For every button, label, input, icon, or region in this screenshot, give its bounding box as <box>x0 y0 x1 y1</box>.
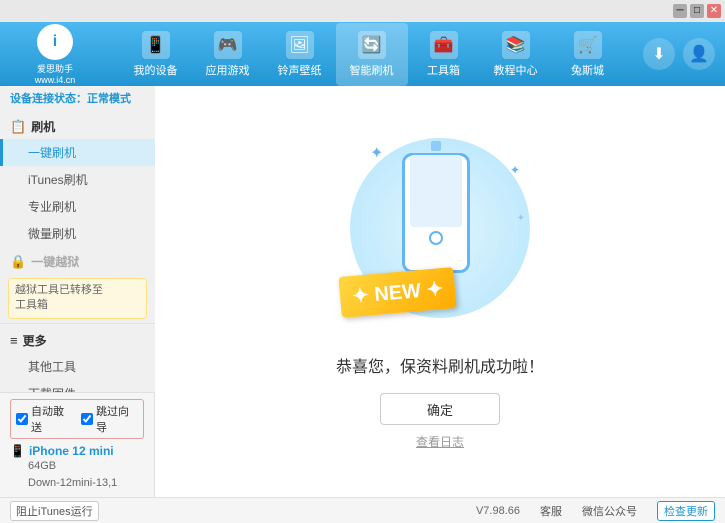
connection-status: 设备连接状态：正常模式 <box>0 86 155 114</box>
maximize-btn[interactable]: □ <box>690 4 704 18</box>
sidebar-item-pro-flash[interactable]: 专业刷机 <box>0 193 155 220</box>
bottom-bar: 阻止iTunes运行 V7.98.66 客服 微信公众号 检查更新 <box>0 497 725 523</box>
bottom-bar-right: V7.98.66 客服 微信公众号 检查更新 <box>165 501 715 521</box>
diary-link[interactable]: 查看日志 <box>416 433 464 450</box>
device-phone-icon: 📱 <box>10 444 25 458</box>
lock-icon: 🔒 <box>10 254 26 270</box>
section-more-header: ≡ 更多 <box>0 328 155 353</box>
sidebar-item-one-click-flash[interactable]: 一键刷机 <box>0 139 155 166</box>
jailbreak-info-box: 越狱工具已转移至工具箱 <box>8 278 147 319</box>
checkbox-area: 自动敢送 跳过向导 <box>10 399 144 439</box>
version-label: V7.98.66 <box>476 505 520 517</box>
section-flash-header: 📋 刷机 <box>0 114 155 139</box>
stop-itunes-btn[interactable]: 阻止iTunes运行 <box>10 501 99 521</box>
nav-right: ⬇ 👤 <box>643 38 715 70</box>
sidebar-wrapper: 设备连接状态：正常模式 📋 刷机 一键刷机 iTunes刷机 专业刷机 微量刷机… <box>0 86 155 497</box>
logo: i 爱思助手 www.i4.cn <box>10 24 100 85</box>
skip-wizard-label: 跳过向导 <box>96 403 138 435</box>
auto-dismiss-checkbox-item[interactable]: 自动敢送 <box>16 403 73 435</box>
auto-dismiss-label: 自动敢送 <box>31 403 73 435</box>
sidebar-item-micro-flash[interactable]: 微量刷机 <box>0 220 155 247</box>
phone-camera <box>431 141 441 151</box>
sidebar-item-other-tools[interactable]: 其他工具 <box>0 353 155 380</box>
star-icon-2: ✦ <box>510 163 520 177</box>
connection-value: 正常模式 <box>87 93 131 105</box>
skip-wizard-checkbox[interactable] <box>81 413 93 425</box>
logo-icon: i <box>37 24 73 60</box>
nav-items: 📱 我的设备 🎮 应用游戏 🖼 铃声壁纸 🔄 智能刷机 🧰 工具箱 📚 教程中心… <box>100 23 643 86</box>
logo-url: www.i4.cn <box>35 75 76 85</box>
nav-tutorial[interactable]: 📚 教程中心 <box>480 23 552 86</box>
divider-1 <box>0 323 155 324</box>
nav-toolbox-label: 工具箱 <box>427 62 460 78</box>
star-icon-1: ✦ <box>370 143 383 163</box>
flash-section-icon: 📋 <box>10 119 26 135</box>
nav-tusi-mall-label: 兔斯城 <box>571 62 604 78</box>
apps-games-icon: 🎮 <box>214 31 242 59</box>
phone-home-btn <box>429 231 443 245</box>
section-more-label: 更多 <box>23 332 47 349</box>
success-message: 恭喜您，保资料刷机成功啦！ <box>336 353 544 377</box>
skip-wizard-checkbox-item[interactable]: 跳过向导 <box>81 403 138 435</box>
top-nav: i 爱思助手 www.i4.cn 📱 我的设备 🎮 应用游戏 🖼 铃声壁纸 🔄 … <box>0 22 725 86</box>
tusi-mall-icon: 🛒 <box>574 31 602 59</box>
customer-service-link[interactable]: 客服 <box>540 503 562 519</box>
phone-container <box>402 153 474 283</box>
section-jailbreak: 🔒 一键越狱 越狱工具已转移至工具箱 <box>0 249 155 319</box>
star-icon-3: ✦ <box>517 213 525 224</box>
success-illustration: ✦ ✦ ✦ ✦ NEW ✦ <box>340 133 540 333</box>
sidebar-item-download-firmware[interactable]: 下载固件 <box>0 380 155 392</box>
device-name: 📱 iPhone 12 mini <box>10 444 144 458</box>
device-info: 📱 iPhone 12 mini 64GB Down-12mini-13,1 <box>10 444 144 491</box>
nav-tusi-mall[interactable]: 🛒 兔斯城 <box>552 23 624 86</box>
nav-toolbox[interactable]: 🧰 工具箱 <box>408 23 480 86</box>
sidebar-item-itunes-flash[interactable]: iTunes刷机 <box>0 166 155 193</box>
nav-my-device[interactable]: 📱 我的设备 <box>120 23 192 86</box>
sidebar: 设备连接状态：正常模式 📋 刷机 一键刷机 iTunes刷机 专业刷机 微量刷机… <box>0 86 155 392</box>
smart-flash-icon: 🔄 <box>358 31 386 59</box>
confirm-button[interactable]: 确定 <box>380 393 500 425</box>
check-update-btn[interactable]: 检查更新 <box>657 501 715 521</box>
nav-smart-flash[interactable]: 🔄 智能刷机 <box>336 23 408 86</box>
close-btn[interactable]: ✕ <box>707 4 721 18</box>
nav-my-device-label: 我的设备 <box>134 62 178 78</box>
user-btn[interactable]: 👤 <box>683 38 715 70</box>
title-bar: ─ □ ✕ <box>0 0 725 22</box>
ringtones-icon: 🖼 <box>286 31 314 59</box>
device-storage: 64GB <box>10 458 144 475</box>
phone-body <box>402 153 470 273</box>
phone-screen <box>410 155 462 227</box>
main-content: ✦ ✦ ✦ ✦ NEW ✦ 恭喜您，保资料刷机成功啦！ 确定 查看日志 <box>155 86 725 497</box>
minimize-btn[interactable]: ─ <box>673 4 687 18</box>
section-jailbreak-label: 一键越狱 <box>31 253 79 270</box>
logo-subtitle: 爱思助手 <box>37 62 73 75</box>
nav-ringtones[interactable]: 🖼 铃声壁纸 <box>264 23 336 86</box>
device-area: 自动敢送 跳过向导 📱 iPhone 12 mini 64GB Down-12m… <box>0 392 155 497</box>
section-more: ≡ 更多 其他工具 下载固件 高级功能 <box>0 328 155 392</box>
bottom-bar-left: 阻止iTunes运行 <box>10 501 165 521</box>
download-btn[interactable]: ⬇ <box>643 38 675 70</box>
my-device-icon: 📱 <box>142 31 170 59</box>
nav-apps-games-label: 应用游戏 <box>206 62 250 78</box>
auto-dismiss-checkbox[interactable] <box>16 413 28 425</box>
section-flash-label: 刷机 <box>31 118 55 135</box>
device-name-text: iPhone 12 mini <box>29 444 114 458</box>
more-section-icon: ≡ <box>10 333 18 348</box>
wechat-official-link[interactable]: 微信公众号 <box>582 503 637 519</box>
nav-ringtones-label: 铃声壁纸 <box>278 62 322 78</box>
connection-label: 设备连接状态： <box>10 93 87 105</box>
section-jailbreak-header: 🔒 一键越狱 <box>0 249 155 274</box>
nav-smart-flash-label: 智能刷机 <box>350 62 394 78</box>
toolbox-icon: 🧰 <box>430 31 458 59</box>
device-version: Down-12mini-13,1 <box>10 475 144 492</box>
nav-apps-games[interactable]: 🎮 应用游戏 <box>192 23 264 86</box>
section-flash: 📋 刷机 一键刷机 iTunes刷机 专业刷机 微量刷机 <box>0 114 155 247</box>
nav-tutorial-label: 教程中心 <box>494 62 538 78</box>
tutorial-icon: 📚 <box>502 31 530 59</box>
